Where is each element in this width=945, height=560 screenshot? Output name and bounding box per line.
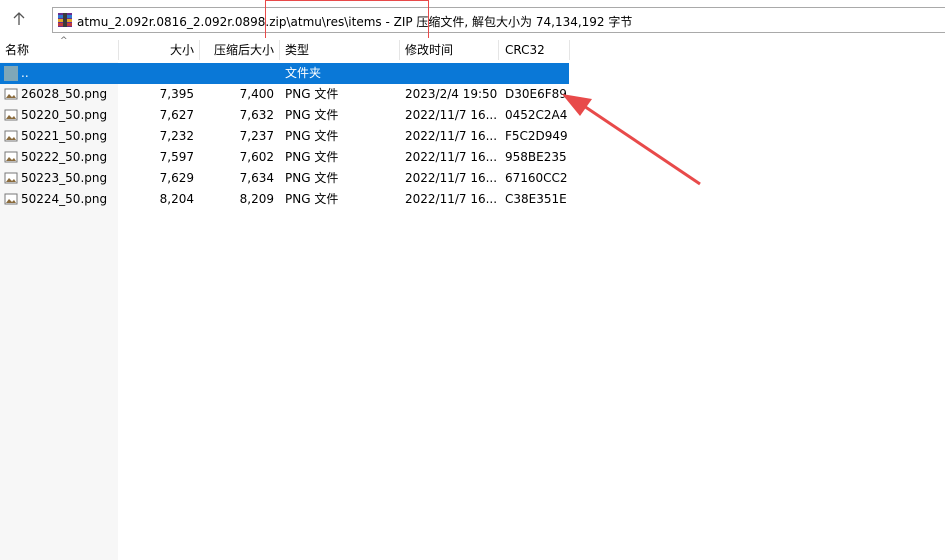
annotation-arrow — [562, 94, 701, 186]
